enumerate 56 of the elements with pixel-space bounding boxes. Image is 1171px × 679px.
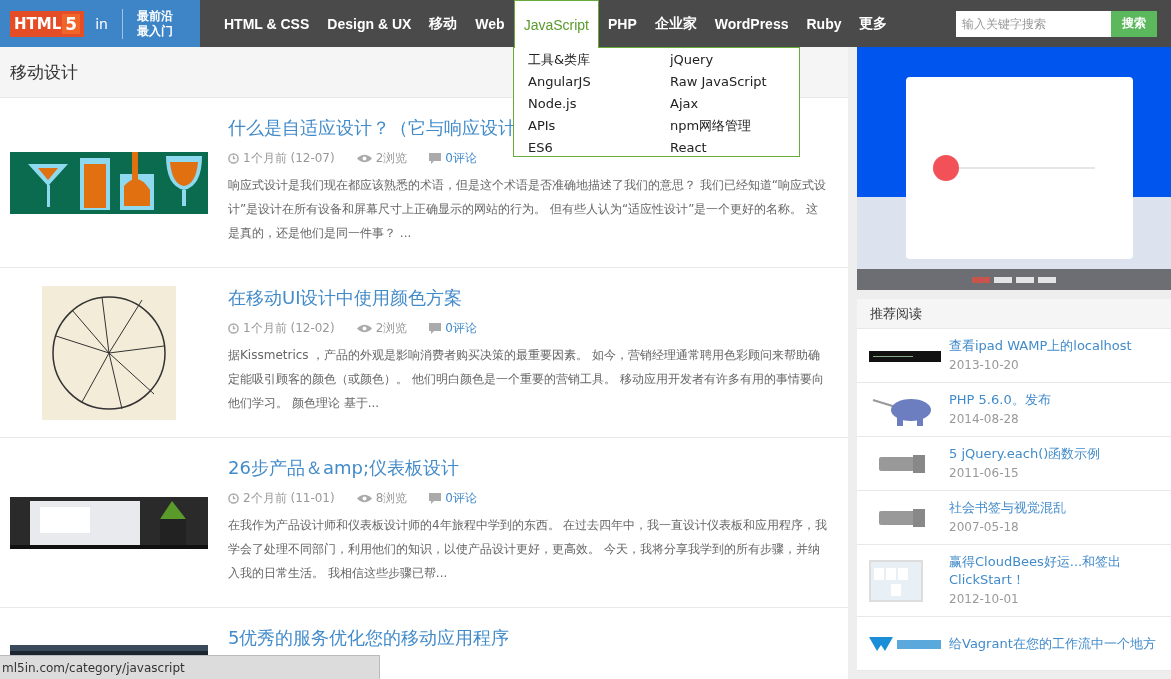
post-excerpt: 在我作为产品设计师和仪表板设计师的4年旅程中学到的东西。 在过去四年中，我一直设计仪表板和应用程序，我学会了处理不同部门，利用他们的知识，以使产品设计更好，更高效。 今天，我将分享我学到的所有步骤，并纳入我的日常生活。 我相信这些步骤已帮... <box>228 517 828 582</box>
article-link[interactable]: 社会书签与视觉混乱 <box>949 499 1066 517</box>
view-count: 2浏览 <box>375 320 408 337</box>
site-logo[interactable]: HTML 5 in 最前沿 最入门 <box>0 0 200 47</box>
article-date: 2011-06-15 <box>949 465 1020 482</box>
logo-suffix: in <box>95 15 108 32</box>
article-date: 2014-08-28 <box>949 411 1020 428</box>
post-title[interactable]: 26步产品＆amp;仪表板设计 <box>228 456 828 480</box>
status-url: ml5in.com/category/javascript <box>2 660 185 675</box>
nav-tab[interactable]: Web <box>466 0 514 47</box>
article-link[interactable]: 5 jQuery.each()函数示例 <box>949 445 1101 463</box>
logo-digit: 5 <box>62 13 81 34</box>
dropdown-item[interactable]: AngularJS <box>528 71 591 93</box>
dropdown-item[interactable]: APIs <box>528 115 556 137</box>
post-title[interactable]: 5优秀的服务优化您的移动应用程序 <box>228 626 510 650</box>
search-field[interactable]: 输入关键字搜索 <box>956 10 1111 37</box>
article-link[interactable]: 查看ipad WAMP上的localhost <box>949 337 1132 355</box>
view-count: 8浏览 <box>375 490 408 507</box>
category-title: 移动设计 <box>10 60 78 84</box>
article-date: 2013-10-20 <box>949 357 1020 374</box>
article-date: 2007-05-18 <box>949 519 1020 536</box>
post-date: 1个月前 (12-07) <box>243 150 335 167</box>
nav-tab[interactable]: WordPress <box>705 0 798 47</box>
post-title[interactable]: 在移动UI设计中使用颜色方案 <box>228 286 828 310</box>
comment-link[interactable]: 0评论 <box>445 320 477 337</box>
comment-link[interactable]: 0评论 <box>445 150 477 167</box>
view-count: 2浏览 <box>375 150 408 167</box>
dropdown-item[interactable]: 工具&类库 <box>528 49 591 71</box>
nav-tab[interactable]: Ruby <box>797 0 851 47</box>
nav-tab[interactable]: 企业家 <box>645 0 706 47</box>
section-title: 推荐阅读 <box>857 299 1171 329</box>
dropdown-item[interactable]: Raw JavaScript <box>670 71 767 93</box>
logo-tagline: 最入门 <box>136 23 173 39</box>
nav-tab[interactable]: 更多 <box>850 0 897 47</box>
dropdown-item[interactable]: ES6 <box>528 137 553 159</box>
article-link[interactable]: PHP 5.6.0。发布 <box>949 391 1051 409</box>
article-link[interactable]: 给Vagrant在您的工作流中一个地方 <box>949 635 1156 653</box>
logo-text: HTML <box>14 14 62 33</box>
article-link[interactable]: 赢得CloudBees好运...和签出ClickStart！ <box>949 553 1129 589</box>
nav-tab[interactable]: JavaScript <box>513 0 599 48</box>
article-date: 2012-10-01 <box>949 591 1020 608</box>
nav-tab[interactable]: PHP <box>599 0 646 47</box>
dropdown-item[interactable]: npm网络管理 <box>670 115 752 137</box>
logo-tagline: 最前沿 <box>136 8 173 24</box>
comment-link[interactable]: 0评论 <box>445 490 477 507</box>
post-date: 2个月前 (11-01) <box>243 490 335 507</box>
post-excerpt: 响应式设计是我们现在都应该熟悉的术语，但是这个术语是否准确地描述了我们的意思？ 我们已经知道“响应式设计”是设计在所有设备和屏幕尺寸上正确显示的网站的行为。 但有些人认为“适应性设计”是一个更好的名称。 这是真的，还是他们是同一件事？ ... <box>228 177 828 242</box>
nav-tab[interactable]: HTML & CSS <box>215 0 319 47</box>
dropdown-item[interactable]: Node.js <box>528 93 577 115</box>
nav-tab[interactable]: 移动 <box>420 0 467 47</box>
dropdown-item[interactable]: React <box>670 137 707 159</box>
dropdown-item[interactable]: Ajax <box>670 93 699 115</box>
dropdown-item[interactable]: jQuery <box>670 49 714 71</box>
nav-tab[interactable]: Design & UX <box>318 0 421 47</box>
post-date: 1个月前 (12-02) <box>243 320 335 337</box>
post-excerpt: 据Kissmetrics ，产品的外观是影响消费者购买决策的最重要因素。 如今，营销经理通常聘用色彩顾问来帮助确定能吸引顾客的颜色（或颜色）。 他们明白颜色是一个重要的营销工具。 移动应用开发者有许多有用的事情要向他们学习。 颜色理论 基于... <box>228 347 825 412</box>
